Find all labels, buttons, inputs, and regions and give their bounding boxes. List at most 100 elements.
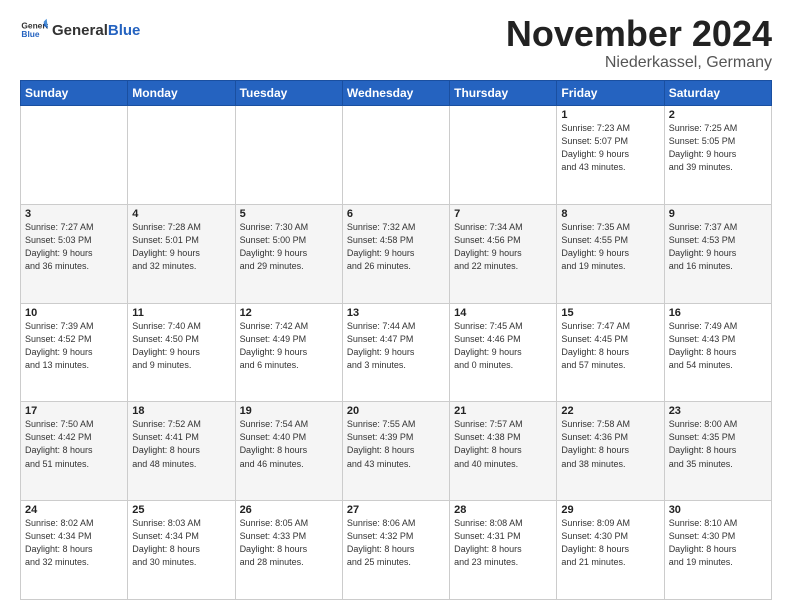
header-monday: Monday bbox=[128, 81, 235, 106]
logo-general: General bbox=[52, 22, 108, 39]
day-info: Sunrise: 7:35 AM Sunset: 4:55 PM Dayligh… bbox=[561, 221, 659, 273]
day-info: Sunrise: 7:40 AM Sunset: 4:50 PM Dayligh… bbox=[132, 320, 230, 372]
table-row: 27Sunrise: 8:06 AM Sunset: 4:32 PM Dayli… bbox=[342, 501, 449, 600]
day-number: 12 bbox=[240, 307, 338, 319]
table-row: 28Sunrise: 8:08 AM Sunset: 4:31 PM Dayli… bbox=[450, 501, 557, 600]
day-number: 24 bbox=[25, 504, 123, 516]
table-row: 2Sunrise: 7:25 AM Sunset: 5:05 PM Daylig… bbox=[664, 106, 771, 205]
calendar-week-2: 10Sunrise: 7:39 AM Sunset: 4:52 PM Dayli… bbox=[21, 303, 772, 402]
table-row bbox=[235, 106, 342, 205]
day-number: 8 bbox=[561, 208, 659, 220]
day-number: 26 bbox=[240, 504, 338, 516]
table-row: 22Sunrise: 7:58 AM Sunset: 4:36 PM Dayli… bbox=[557, 402, 664, 501]
day-number: 22 bbox=[561, 405, 659, 417]
day-info: Sunrise: 7:23 AM Sunset: 5:07 PM Dayligh… bbox=[561, 122, 659, 174]
table-row: 24Sunrise: 8:02 AM Sunset: 4:34 PM Dayli… bbox=[21, 501, 128, 600]
day-info: Sunrise: 7:37 AM Sunset: 4:53 PM Dayligh… bbox=[669, 221, 767, 273]
day-number: 18 bbox=[132, 405, 230, 417]
day-info: Sunrise: 7:45 AM Sunset: 4:46 PM Dayligh… bbox=[454, 320, 552, 372]
day-info: Sunrise: 7:44 AM Sunset: 4:47 PM Dayligh… bbox=[347, 320, 445, 372]
day-info: Sunrise: 8:09 AM Sunset: 4:30 PM Dayligh… bbox=[561, 517, 659, 569]
day-number: 23 bbox=[669, 405, 767, 417]
title-block: November 2024 Niederkassel, Germany bbox=[506, 16, 772, 72]
table-row bbox=[342, 106, 449, 205]
header: General Blue General Blue November 2024 … bbox=[20, 16, 772, 72]
day-number: 13 bbox=[347, 307, 445, 319]
page: General Blue General Blue November 2024 … bbox=[0, 0, 792, 612]
location-title: Niederkassel, Germany bbox=[506, 54, 772, 72]
day-info: Sunrise: 7:57 AM Sunset: 4:38 PM Dayligh… bbox=[454, 418, 552, 470]
logo-icon: General Blue bbox=[20, 16, 48, 44]
day-number: 19 bbox=[240, 405, 338, 417]
day-number: 3 bbox=[25, 208, 123, 220]
day-info: Sunrise: 7:52 AM Sunset: 4:41 PM Dayligh… bbox=[132, 418, 230, 470]
table-row: 4Sunrise: 7:28 AM Sunset: 5:01 PM Daylig… bbox=[128, 204, 235, 303]
table-row bbox=[21, 106, 128, 205]
day-info: Sunrise: 7:47 AM Sunset: 4:45 PM Dayligh… bbox=[561, 320, 659, 372]
header-wednesday: Wednesday bbox=[342, 81, 449, 106]
table-row: 26Sunrise: 8:05 AM Sunset: 4:33 PM Dayli… bbox=[235, 501, 342, 600]
day-info: Sunrise: 7:58 AM Sunset: 4:36 PM Dayligh… bbox=[561, 418, 659, 470]
day-number: 5 bbox=[240, 208, 338, 220]
table-row: 9Sunrise: 7:37 AM Sunset: 4:53 PM Daylig… bbox=[664, 204, 771, 303]
table-row: 14Sunrise: 7:45 AM Sunset: 4:46 PM Dayli… bbox=[450, 303, 557, 402]
table-row: 18Sunrise: 7:52 AM Sunset: 4:41 PM Dayli… bbox=[128, 402, 235, 501]
table-row: 30Sunrise: 8:10 AM Sunset: 4:30 PM Dayli… bbox=[664, 501, 771, 600]
day-number: 14 bbox=[454, 307, 552, 319]
day-number: 4 bbox=[132, 208, 230, 220]
day-number: 21 bbox=[454, 405, 552, 417]
table-row: 16Sunrise: 7:49 AM Sunset: 4:43 PM Dayli… bbox=[664, 303, 771, 402]
calendar-week-1: 3Sunrise: 7:27 AM Sunset: 5:03 PM Daylig… bbox=[21, 204, 772, 303]
table-row: 5Sunrise: 7:30 AM Sunset: 5:00 PM Daylig… bbox=[235, 204, 342, 303]
day-info: Sunrise: 7:50 AM Sunset: 4:42 PM Dayligh… bbox=[25, 418, 123, 470]
table-row: 8Sunrise: 7:35 AM Sunset: 4:55 PM Daylig… bbox=[557, 204, 664, 303]
day-info: Sunrise: 7:54 AM Sunset: 4:40 PM Dayligh… bbox=[240, 418, 338, 470]
calendar-table: Sunday Monday Tuesday Wednesday Thursday… bbox=[20, 80, 772, 600]
day-number: 2 bbox=[669, 109, 767, 121]
day-info: Sunrise: 7:42 AM Sunset: 4:49 PM Dayligh… bbox=[240, 320, 338, 372]
day-number: 25 bbox=[132, 504, 230, 516]
day-number: 17 bbox=[25, 405, 123, 417]
day-info: Sunrise: 7:25 AM Sunset: 5:05 PM Dayligh… bbox=[669, 122, 767, 174]
svg-text:Blue: Blue bbox=[21, 29, 39, 39]
table-row bbox=[450, 106, 557, 205]
day-number: 9 bbox=[669, 208, 767, 220]
table-row: 11Sunrise: 7:40 AM Sunset: 4:50 PM Dayli… bbox=[128, 303, 235, 402]
day-info: Sunrise: 7:27 AM Sunset: 5:03 PM Dayligh… bbox=[25, 221, 123, 273]
day-number: 10 bbox=[25, 307, 123, 319]
logo: General Blue General Blue bbox=[20, 16, 140, 44]
day-number: 28 bbox=[454, 504, 552, 516]
day-info: Sunrise: 8:00 AM Sunset: 4:35 PM Dayligh… bbox=[669, 418, 767, 470]
logo-blue: Blue bbox=[108, 22, 141, 39]
weekday-header-row: Sunday Monday Tuesday Wednesday Thursday… bbox=[21, 81, 772, 106]
header-thursday: Thursday bbox=[450, 81, 557, 106]
header-tuesday: Tuesday bbox=[235, 81, 342, 106]
day-info: Sunrise: 8:03 AM Sunset: 4:34 PM Dayligh… bbox=[132, 517, 230, 569]
table-row: 20Sunrise: 7:55 AM Sunset: 4:39 PM Dayli… bbox=[342, 402, 449, 501]
day-number: 1 bbox=[561, 109, 659, 121]
day-number: 11 bbox=[132, 307, 230, 319]
day-number: 20 bbox=[347, 405, 445, 417]
day-info: Sunrise: 8:08 AM Sunset: 4:31 PM Dayligh… bbox=[454, 517, 552, 569]
table-row: 19Sunrise: 7:54 AM Sunset: 4:40 PM Dayli… bbox=[235, 402, 342, 501]
day-info: Sunrise: 7:55 AM Sunset: 4:39 PM Dayligh… bbox=[347, 418, 445, 470]
table-row bbox=[128, 106, 235, 205]
table-row: 17Sunrise: 7:50 AM Sunset: 4:42 PM Dayli… bbox=[21, 402, 128, 501]
month-title: November 2024 bbox=[506, 16, 772, 52]
day-number: 6 bbox=[347, 208, 445, 220]
table-row: 1Sunrise: 7:23 AM Sunset: 5:07 PM Daylig… bbox=[557, 106, 664, 205]
table-row: 21Sunrise: 7:57 AM Sunset: 4:38 PM Dayli… bbox=[450, 402, 557, 501]
table-row: 25Sunrise: 8:03 AM Sunset: 4:34 PM Dayli… bbox=[128, 501, 235, 600]
table-row: 6Sunrise: 7:32 AM Sunset: 4:58 PM Daylig… bbox=[342, 204, 449, 303]
table-row: 13Sunrise: 7:44 AM Sunset: 4:47 PM Dayli… bbox=[342, 303, 449, 402]
table-row: 15Sunrise: 7:47 AM Sunset: 4:45 PM Dayli… bbox=[557, 303, 664, 402]
day-number: 16 bbox=[669, 307, 767, 319]
day-info: Sunrise: 8:10 AM Sunset: 4:30 PM Dayligh… bbox=[669, 517, 767, 569]
day-info: Sunrise: 7:39 AM Sunset: 4:52 PM Dayligh… bbox=[25, 320, 123, 372]
day-info: Sunrise: 7:49 AM Sunset: 4:43 PM Dayligh… bbox=[669, 320, 767, 372]
day-number: 30 bbox=[669, 504, 767, 516]
table-row: 29Sunrise: 8:09 AM Sunset: 4:30 PM Dayli… bbox=[557, 501, 664, 600]
header-friday: Friday bbox=[557, 81, 664, 106]
day-number: 7 bbox=[454, 208, 552, 220]
table-row: 12Sunrise: 7:42 AM Sunset: 4:49 PM Dayli… bbox=[235, 303, 342, 402]
